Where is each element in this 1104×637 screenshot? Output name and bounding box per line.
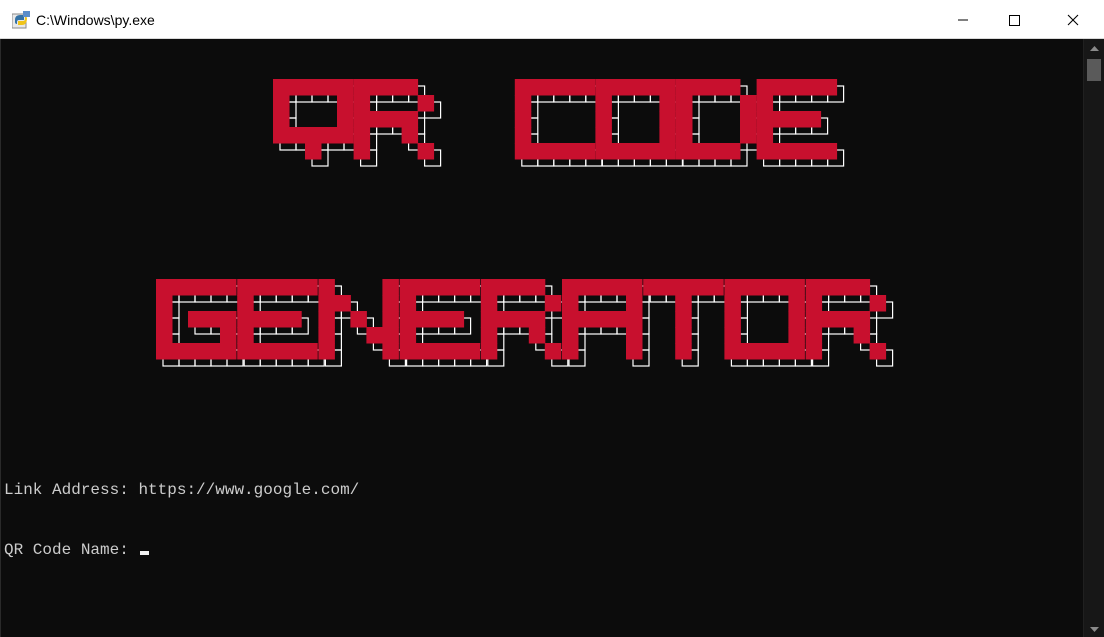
window-title: C:\Windows\py.exe [36,12,155,28]
console-output: Link Address: https://www.google.com/ QR… [4,440,359,600]
title-bar: C:\Windows\py.exe [0,0,1104,39]
banner-glyph-o [724,279,805,360]
prompt-label: Link Address: [4,481,129,499]
banner-line-1 [273,79,845,167]
python-icon[interactable] [11,11,30,29]
banner-glyph-e [756,79,838,160]
prompt-label: QR Code Name: [4,541,129,559]
maximize-icon [1009,15,1020,26]
scroll-down-icon[interactable] [1090,627,1099,633]
scroll-up-icon[interactable] [1090,45,1099,51]
banner-glyph-g [156,279,237,360]
link-address-value: https://www.google.com/ [138,481,360,499]
ascii-banner [156,79,894,367]
close-icon [1067,14,1079,26]
banner-glyph-t [643,279,724,360]
banner-glyph-d [676,79,757,160]
close-button[interactable] [1050,0,1096,39]
banner-glyph-a [562,279,643,360]
banner-glyph-o [595,79,676,160]
banner-glyph-r [480,279,562,360]
scroll-thumb[interactable] [1087,59,1101,81]
banner-glyph-r [353,79,435,160]
console-area[interactable]: Link Address: https://www.google.com/ QR… [0,39,1083,637]
qr-code-name-line[interactable]: QR Code Name: [4,540,359,560]
minimize-button[interactable] [940,0,986,39]
link-address-line: Link Address: https://www.google.com/ [4,480,359,500]
minimize-icon [958,19,968,21]
banner-glyph-r [805,279,887,360]
maximize-button[interactable] [991,0,1037,39]
vertical-scrollbar[interactable] [1083,39,1104,637]
banner-glyph-n [318,279,399,360]
banner-glyph-e [399,279,481,360]
banner-glyph-e [237,279,318,360]
text-cursor [140,551,150,555]
banner-line-2 [156,279,894,367]
banner-glyph-q [273,79,354,160]
banner-glyph-c [514,79,596,160]
